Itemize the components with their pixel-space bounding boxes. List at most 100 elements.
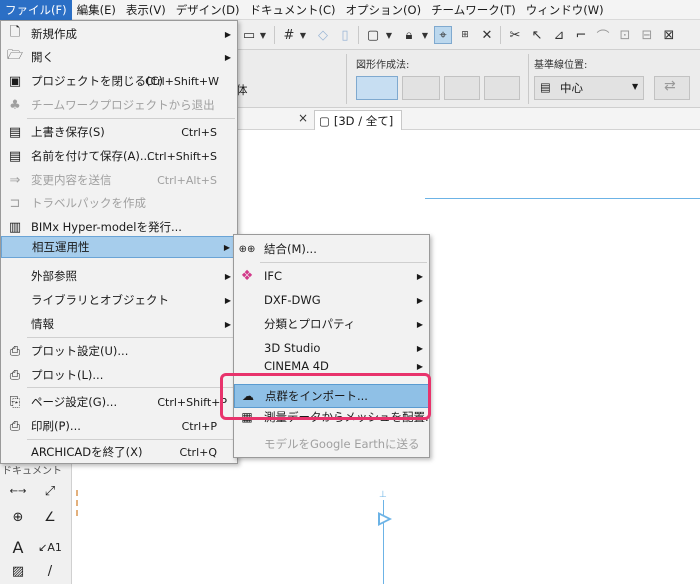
menu-item-plot-settings[interactable]: ⎙ プロット設定(U)... — [1, 340, 237, 362]
chevron-right-icon: ▶ — [416, 361, 423, 371]
menu-separator — [260, 262, 427, 263]
menu-item-shortcut: Ctrl+Alt+S — [157, 173, 217, 187]
submenu-item-label: IFC — [264, 269, 283, 283]
menu-item-save-as[interactable]: ▤ 名前を付けて保存(A)... Ctrl+Shift+S — [1, 145, 237, 167]
menu-item-save[interactable]: ▤ 上書き保存(S) Ctrl+S — [1, 121, 237, 143]
menu-item-label: 相互運用性 — [32, 240, 90, 254]
menu-separator — [27, 337, 235, 338]
chevron-right-icon: ▶ — [224, 29, 231, 39]
chevron-down-icon[interactable]: ▼ — [384, 26, 394, 44]
rotated-rect-wall-button[interactable] — [484, 76, 520, 100]
menu-item-label: BIMx Hyper-modelを発行... — [31, 220, 182, 234]
menu-item-send-changes[interactable]: ⇒ 変更内容を送信 Ctrl+Alt+S — [1, 169, 237, 191]
chevron-down-icon: ▼ — [632, 82, 639, 91]
submenu-item-classifications-properties[interactable]: 分類とプロパティ ▶ — [234, 312, 429, 336]
fillet-icon[interactable]: ⌐ — [572, 26, 590, 44]
submenu-item-dxf-dwg[interactable]: DXF-DWG ▶ — [234, 288, 429, 312]
text-tool-icon[interactable]: A — [4, 536, 32, 558]
layer-dropdown-icon[interactable]: ▭ — [240, 26, 258, 44]
tab-3d[interactable]: ▢ [3D / 全て] — [314, 110, 403, 130]
drag-handle[interactable] — [76, 490, 78, 516]
page-setup-icon: ⎘ — [9, 394, 21, 410]
offset-icon[interactable]: ⊟ — [638, 26, 656, 44]
chevron-down-icon[interactable]: ▼ — [298, 26, 308, 44]
grid-icon[interactable]: # — [280, 26, 298, 44]
canvas-marker-icon: ⊥ — [379, 490, 387, 500]
submenu-item-label: モデルをGoogle Earthに送る — [264, 437, 420, 451]
ifc-icon: ❖ — [240, 268, 254, 284]
menu-item-external-references[interactable]: 外部参照 ▶ — [1, 265, 237, 287]
interoperability-submenu: ⊕⊕ 結合(M)... ❖ IFC ▶ DXF-DWG ▶ 分類とプロパティ ▶… — [233, 234, 430, 458]
open-icon: 🗁︎ — [6, 48, 24, 63]
plane-icon[interactable]: ◇ — [314, 26, 332, 44]
menu-item-travel-pack[interactable]: ⊐ トラベルパックを作成 — [1, 192, 237, 214]
save-as-icon: ▤ — [8, 148, 22, 164]
line-tool-icon[interactable]: / — [36, 560, 64, 582]
menu-item-new[interactable]: 🗋︎ 新規作成 ▶ — [1, 23, 237, 45]
submenu-item-merge[interactable]: ⊕⊕ 結合(M)... — [234, 237, 429, 261]
menu-item-label: 開く — [31, 50, 54, 64]
menu-file[interactable]: ファイル(F) — [0, 0, 72, 20]
menu-document[interactable]: ドキュメント(C) — [245, 0, 341, 20]
curve-icon[interactable]: ⌒ — [594, 26, 612, 45]
level-dimension-tool-icon[interactable]: ⤢ — [36, 480, 64, 502]
submenu-item-ifc[interactable]: ❖ IFC ▶ — [234, 264, 429, 288]
dimension-icon[interactable]: ⊞ — [456, 26, 474, 44]
fill-tool-icon[interactable]: ▨ — [4, 560, 32, 582]
menu-item-label: プロット(L)... — [31, 368, 104, 382]
section-icon[interactable]: ▯ — [336, 26, 354, 44]
cube-icon: ▢ — [319, 113, 330, 128]
close-icon[interactable]: × — [298, 111, 308, 125]
menu-item-page-setup[interactable]: ⎘ ページ設定(G)... Ctrl+Shift+P — [1, 391, 237, 413]
info-box: 体 図形作成法: 基準線位置: ▤ 中心 ▼ ⇄ — [236, 50, 700, 108]
annotation-highlight — [220, 373, 431, 420]
chevron-right-icon: ▶ — [224, 271, 231, 281]
chevron-down-icon[interactable]: ▼ — [258, 26, 268, 44]
menu-edit[interactable]: 編集(E) — [72, 0, 121, 20]
split-icon[interactable]: ⊡ — [616, 26, 634, 44]
explode-icon[interactable]: ⊠ — [660, 26, 678, 44]
menu-item-print[interactable]: ⎙ 印刷(P)... Ctrl+P — [1, 415, 237, 437]
menu-separator — [27, 387, 235, 388]
intersect-icon[interactable]: ⊿ — [550, 26, 568, 44]
chain-wall-button[interactable] — [402, 76, 440, 100]
label-tool-icon[interactable]: ↙A1 — [36, 536, 64, 558]
menu-item-label: 印刷(P)... — [31, 419, 81, 433]
print-icon: ⎙ — [9, 418, 21, 434]
menu-view[interactable]: 表示(V) — [121, 0, 171, 20]
toolbar-divider — [274, 26, 275, 44]
straight-wall-button[interactable] — [356, 76, 398, 100]
merge-icon: ⊕⊕ — [238, 243, 256, 255]
adjust-icon[interactable]: ↖ — [528, 26, 546, 44]
menu-item-open[interactable]: 🗁︎ 開く ▶ — [1, 46, 237, 68]
pen-set-icon[interactable]: ▢ — [364, 26, 382, 44]
trim-icon[interactable]: ✂ — [506, 26, 524, 44]
snap-icon[interactable]: ✕ — [478, 26, 496, 44]
chevron-down-icon[interactable]: ▼ — [420, 26, 430, 44]
save-icon: ▤ — [8, 124, 22, 140]
chevron-right-icon: ▶ — [224, 319, 231, 329]
chevron-right-icon: ▶ — [224, 52, 231, 62]
menu-design[interactable]: デザイン(D) — [171, 0, 245, 20]
menu-options[interactable]: オプション(O) — [341, 0, 427, 20]
reference-line-label: 基準線位置: — [534, 60, 588, 71]
menu-item-info[interactable]: 情報 ▶ — [1, 313, 237, 335]
dimension-tool-icon[interactable]: ←→ — [4, 480, 32, 502]
menu-item-bimx[interactable]: ▥ BIMx Hyper-modelを発行... — [1, 216, 237, 238]
menu-item-leave-teamwork[interactable]: ♣ チームワークプロジェクトから退出 — [1, 94, 237, 116]
menu-item-interoperability[interactable]: 相互運用性 ▶ — [1, 236, 237, 258]
submenu-item-google-earth[interactable]: モデルをGoogle Earthに送る — [234, 432, 429, 456]
rect-wall-button[interactable] — [444, 76, 480, 100]
menu-item-quit[interactable]: ARCHICADを終了(X) Ctrl+Q — [1, 441, 237, 463]
menu-item-label: ライブラリとオブジェクト — [31, 293, 169, 307]
menu-item-plot[interactable]: ⎙ プロット(L)... — [1, 364, 237, 386]
menu-window[interactable]: ウィンドウ(W) — [521, 0, 609, 20]
radial-dimension-tool-icon[interactable]: ⊕ — [4, 506, 32, 528]
menu-item-shortcut: Ctrl+Shift+S — [147, 149, 217, 163]
magic-wand-icon[interactable]: ⌖ — [434, 26, 452, 44]
menu-teamwork[interactable]: チームワーク(T) — [426, 0, 521, 20]
menu-item-close-project[interactable]: ▣ プロジェクトを閉じる(C) Ctrl+Shift+W — [1, 70, 237, 92]
angle-dimension-tool-icon[interactable]: ∠ — [36, 506, 64, 528]
lock-icon[interactable]: 🔒︎ — [400, 26, 418, 44]
menu-item-libraries-objects[interactable]: ライブラリとオブジェクト ▶ — [1, 289, 237, 311]
